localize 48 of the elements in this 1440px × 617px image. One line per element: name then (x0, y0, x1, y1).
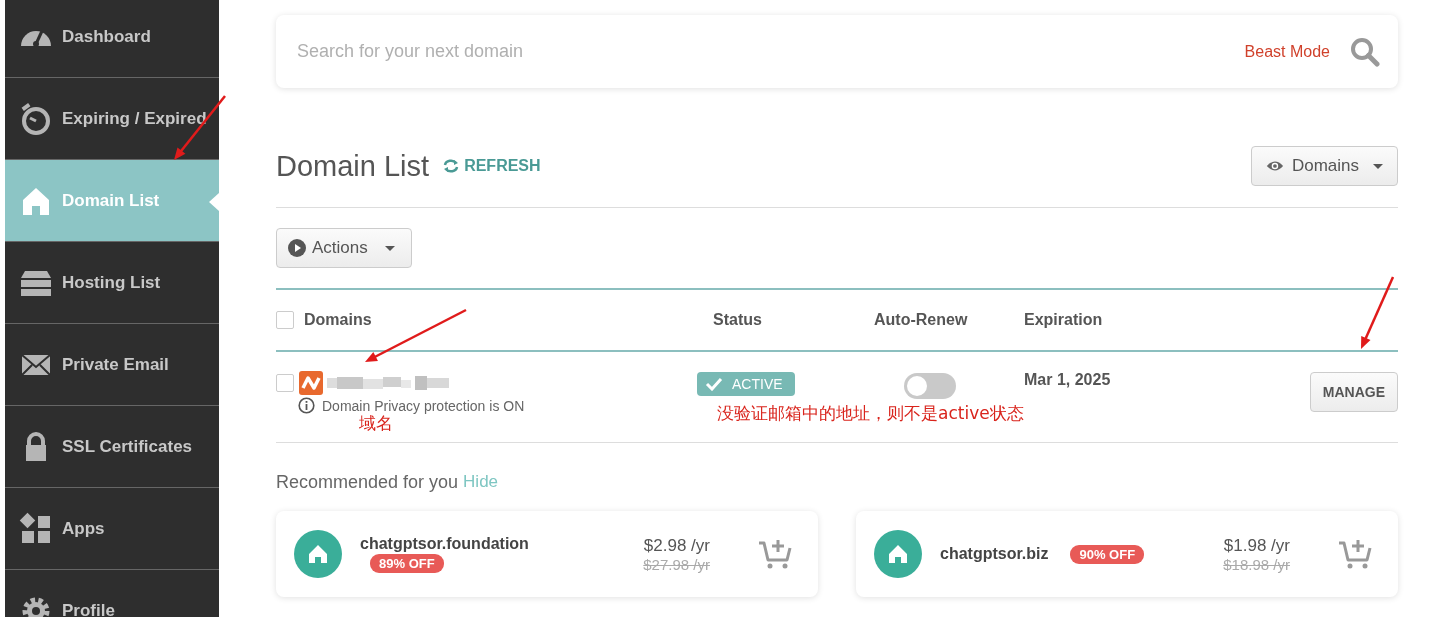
check-icon (705, 377, 723, 391)
old-price: $18.98 /yr (1223, 555, 1290, 573)
sidebar-item[interactable]: Dashboard (5, 0, 219, 78)
actions-dropdown[interactable]: Actions (276, 228, 412, 268)
annotation-text: 域名 (359, 413, 393, 435)
eye-icon (1266, 159, 1284, 173)
apps-icon (19, 511, 53, 546)
caret-icon (1373, 163, 1383, 169)
discount-badge: 90% OFF (1070, 544, 1145, 564)
house-icon (874, 530, 922, 578)
add-to-cart-icon[interactable] (1338, 538, 1372, 570)
select-all-checkbox[interactable] (276, 311, 294, 329)
sidebar-item[interactable]: SSL Certificates (5, 406, 219, 488)
house-icon (294, 530, 342, 578)
sidebar-item[interactable]: Apps (5, 488, 219, 570)
discount-badge: 89% OFF (370, 554, 444, 573)
registrar-logo-icon (299, 371, 323, 395)
privacy-note: Domain Privacy protection is ON (322, 397, 525, 414)
domain-name: chatgptsor.foundation (360, 535, 529, 553)
caret-icon (385, 245, 395, 251)
active-pointer (209, 193, 219, 211)
price: $2.98 /yr (643, 535, 710, 556)
column-header: Domains (304, 311, 372, 329)
domain-name: chatgptsor.biz (940, 545, 1049, 563)
annotation-text: 没验证邮箱中的地址，则不是active状态 (717, 402, 1024, 425)
stopwatch-icon (19, 101, 53, 136)
row-checkbox[interactable] (276, 374, 294, 392)
play-icon (288, 239, 306, 257)
sidebar-item[interactable]: Profile (5, 570, 219, 617)
price: $1.98 /yr (1223, 535, 1290, 556)
section-title: Recommended for you (276, 472, 459, 493)
beast-mode-link[interactable]: Beast Mode (1244, 42, 1330, 61)
column-header: Auto-Renew (874, 311, 968, 329)
status-badge: ACTIVE (697, 372, 795, 396)
info-icon (298, 397, 315, 414)
auto-renew-toggle[interactable] (904, 373, 956, 399)
old-price: $27.98 /yr (643, 555, 710, 573)
sidebar-item[interactable]: Private Email (5, 324, 219, 406)
search-icon[interactable] (1350, 36, 1380, 67)
column-header: Expiration (1024, 311, 1103, 329)
add-to-cart-icon[interactable] (758, 538, 792, 570)
column-header: Status (713, 311, 762, 329)
page-title: Domain List (276, 149, 430, 183)
expiration-date: Mar 1, 2025 (1024, 371, 1111, 388)
refresh-icon (443, 159, 460, 173)
sidebar-item[interactable]: Hosting List (5, 242, 219, 324)
view-dropdown[interactable]: Domains (1251, 146, 1398, 186)
manage-button[interactable]: MANAGE (1309, 372, 1398, 412)
